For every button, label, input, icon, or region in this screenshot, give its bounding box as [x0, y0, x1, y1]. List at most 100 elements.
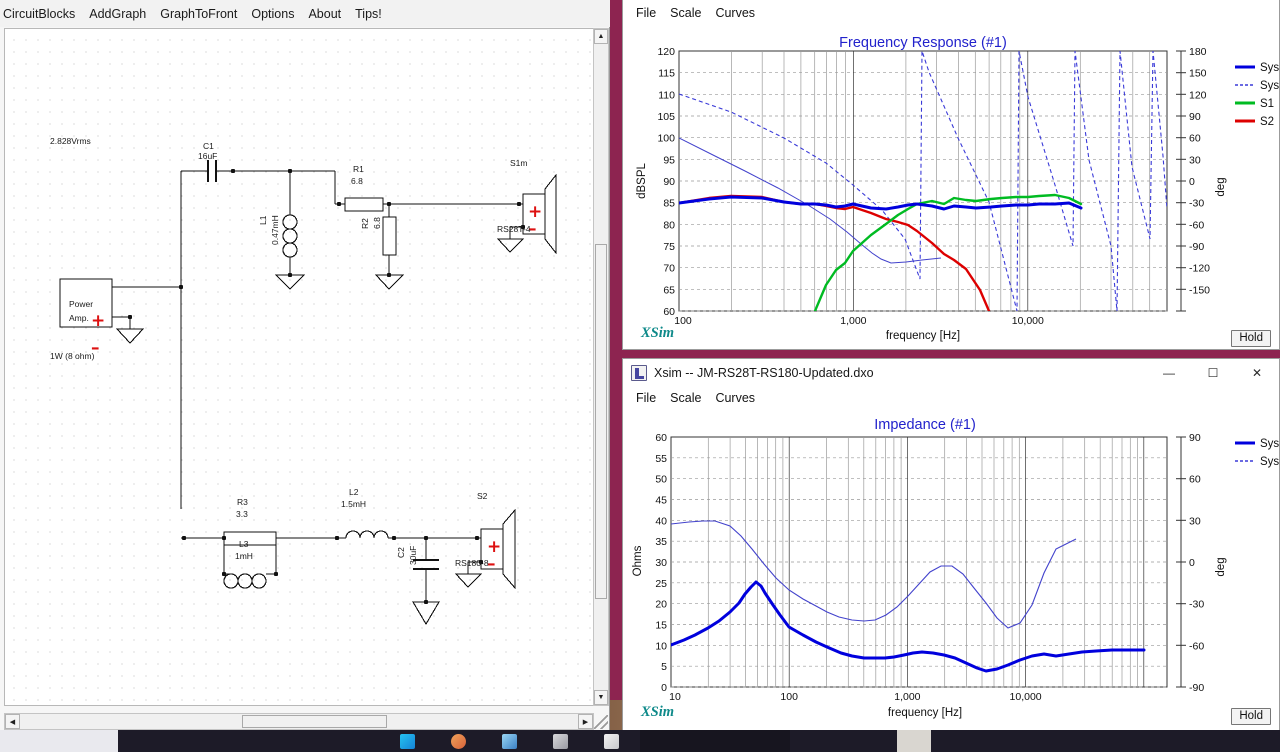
imp-menu-scale[interactable]: Scale [663, 389, 708, 407]
windows-taskbar[interactable] [0, 730, 1280, 752]
imp-xtick-100: 100 [780, 691, 798, 703]
imp-ytick-5: 5 [661, 661, 667, 673]
s2-model: RS180-8 [455, 558, 489, 568]
fr-y2tick-30: 30 [1189, 154, 1201, 166]
scroll-left-arrow-icon[interactable]: ◀ [5, 714, 20, 729]
fr-ytick-120: 120 [657, 46, 675, 58]
menu-about[interactable]: About [301, 4, 348, 24]
fr-y2tick-90: 90 [1189, 111, 1201, 123]
imp-ytick-40: 40 [655, 515, 667, 527]
amp-vrms-label: 2.828Vrms [50, 136, 91, 146]
imp-menu-file[interactable]: File [629, 389, 663, 407]
taskbar-app-icon-2[interactable] [451, 733, 466, 749]
fr-menu-curves[interactable]: Curves [708, 4, 762, 22]
imp-xlabel: frequency [Hz] [888, 707, 962, 719]
fr-xtick-10000: 10,000 [1012, 315, 1044, 327]
imp-xtick-10000: 10,000 [1010, 691, 1042, 703]
window-resize-grip[interactable] [594, 715, 608, 729]
xsim-schematic-window: CircuitBlocks AddGraph GraphToFront Opti… [0, 0, 610, 730]
imp-ytick-60: 60 [655, 432, 667, 444]
r3-value: 3.3 [236, 509, 248, 519]
r2-ref: R2 [360, 218, 370, 229]
fr-ytick-95: 95 [663, 154, 675, 166]
fr-y2tick-60: 60 [1189, 133, 1201, 145]
schematic-drawing: + – + – + – 2.828Vrms Power Amp. 1W (8 o… [50, 136, 557, 626]
schematic-vertical-scrollbar[interactable]: ▲ ▼ [593, 28, 609, 706]
imp-ytick-30: 30 [655, 557, 667, 569]
imp-y2label: deg [1215, 557, 1227, 576]
fr-xtick-100: 100 [674, 315, 692, 327]
minimize-icon[interactable]: — [1147, 359, 1191, 387]
fr-ytick-115: 115 [658, 68, 675, 80]
schematic-horizontal-scrollbar[interactable]: ◀ ▶ [4, 713, 594, 730]
menu-addgraph[interactable]: AddGraph [82, 4, 153, 24]
imp-y2tick-60: 60 [1189, 474, 1201, 486]
fr-y2tick-m60: -60 [1189, 219, 1204, 231]
imp-ytick-10: 10 [655, 640, 667, 652]
taskbar-right-thumbnail[interactable] [897, 730, 931, 752]
fr-menu-scale[interactable]: Scale [663, 4, 708, 22]
taskbar-center-panel [640, 730, 790, 752]
fr-ytick-85: 85 [663, 198, 675, 210]
horizontal-scroll-thumb[interactable] [242, 715, 387, 728]
scroll-down-arrow-icon[interactable]: ▼ [594, 690, 608, 705]
schematic-canvas[interactable]: + – + – + – 2.828Vrms Power Amp. 1W (8 o… [4, 28, 594, 706]
menu-options[interactable]: Options [244, 4, 301, 24]
taskbar-app-icon-3[interactable] [502, 733, 517, 749]
fr-ytick-105: 105 [657, 111, 675, 123]
menu-circuitblocks[interactable]: CircuitBlocks [0, 4, 82, 24]
imp-y2tick-m30: -30 [1189, 599, 1204, 611]
c2-ref: C2 [396, 547, 406, 558]
imp-menu-curves[interactable]: Curves [708, 389, 762, 407]
imp-hold-button[interactable]: Hold [1231, 708, 1271, 725]
scroll-right-arrow-icon[interactable]: ▶ [578, 714, 593, 729]
close-icon[interactable]: ✕ [1235, 359, 1279, 387]
screen-root: CircuitBlocks AddGraph GraphToFront Opti… [0, 0, 1280, 752]
fr-chart-title: Frequency Response (#1) [839, 35, 1007, 51]
s1-model: RS28T-4 [497, 224, 531, 234]
menu-graphtofront[interactable]: GraphToFront [153, 4, 244, 24]
taskbar-left-panel[interactable] [0, 730, 118, 752]
taskbar-app-icon-1[interactable] [400, 733, 415, 749]
imp-xtick-10: 10 [669, 691, 681, 703]
imp-titlebar[interactable]: Xsim -- JM-RS28T-RS180-Updated.dxo — ☐ ✕ [623, 359, 1279, 387]
fr-legend-label-s2: S2 [1260, 116, 1274, 128]
l3-value: 1mH [235, 551, 253, 561]
fr-legend-label-sys: Sys [1260, 62, 1279, 74]
fr-y2tick-180: 180 [1189, 46, 1207, 58]
taskbar-app-icon-5[interactable] [604, 733, 619, 749]
scroll-up-arrow-icon[interactable]: ▲ [594, 29, 608, 44]
fr-y2tick-m120: -120 [1189, 263, 1210, 275]
fr-hold-button[interactable]: Hold [1231, 330, 1271, 347]
fr-xlabel: frequency [Hz] [886, 330, 960, 342]
amp-name-line1: Power [69, 299, 93, 309]
l1-value: 0.47mH [270, 215, 280, 245]
maximize-icon[interactable]: ☐ [1191, 359, 1235, 387]
menu-tips[interactable]: Tips! [348, 4, 389, 24]
taskbar-app-icon-4[interactable] [553, 733, 568, 749]
fr-ytick-65: 65 [663, 284, 675, 296]
imp-legend-label-sys: Sys [1260, 438, 1279, 450]
vertical-scroll-thumb[interactable] [595, 244, 607, 599]
imp-y2tick-0: 0 [1189, 557, 1195, 569]
imp-chart-svg[interactable]: Impedance (#1) 60 55 50 45 40 35 30 25 2… [623, 409, 1279, 729]
r2-value: 6.8 [372, 217, 382, 229]
fr-ytick-75: 75 [663, 241, 675, 253]
fr-y2tick-0: 0 [1189, 176, 1195, 188]
l1-ref: L1 [258, 215, 268, 225]
imp-ytick-15: 15 [655, 620, 667, 632]
fr-chart-svg[interactable]: Frequency Response (#1) 120 115 110 105 … [623, 27, 1279, 347]
schematic-menubar: CircuitBlocks AddGraph GraphToFront Opti… [0, 0, 610, 27]
amp-plus-marker: + [91, 311, 105, 331]
fr-menu-file[interactable]: File [629, 4, 663, 22]
imp-ytick-35: 35 [655, 536, 667, 548]
fr-xtick-1000: 1,000 [840, 315, 866, 327]
imp-window-controls: — ☐ ✕ [1147, 359, 1279, 387]
xsim-app-icon [631, 365, 647, 381]
impedance-window: Xsim -- JM-RS28T-RS180-Updated.dxo — ☐ ✕… [622, 358, 1280, 733]
imp-xsim-logo: XSim [641, 704, 675, 720]
fr-y2tick-m90: -90 [1189, 241, 1204, 253]
imp-ytick-50: 50 [655, 474, 667, 486]
amp-name-line2: Amp. [69, 313, 89, 323]
imp-menubar: File Scale Curves [623, 387, 1279, 409]
